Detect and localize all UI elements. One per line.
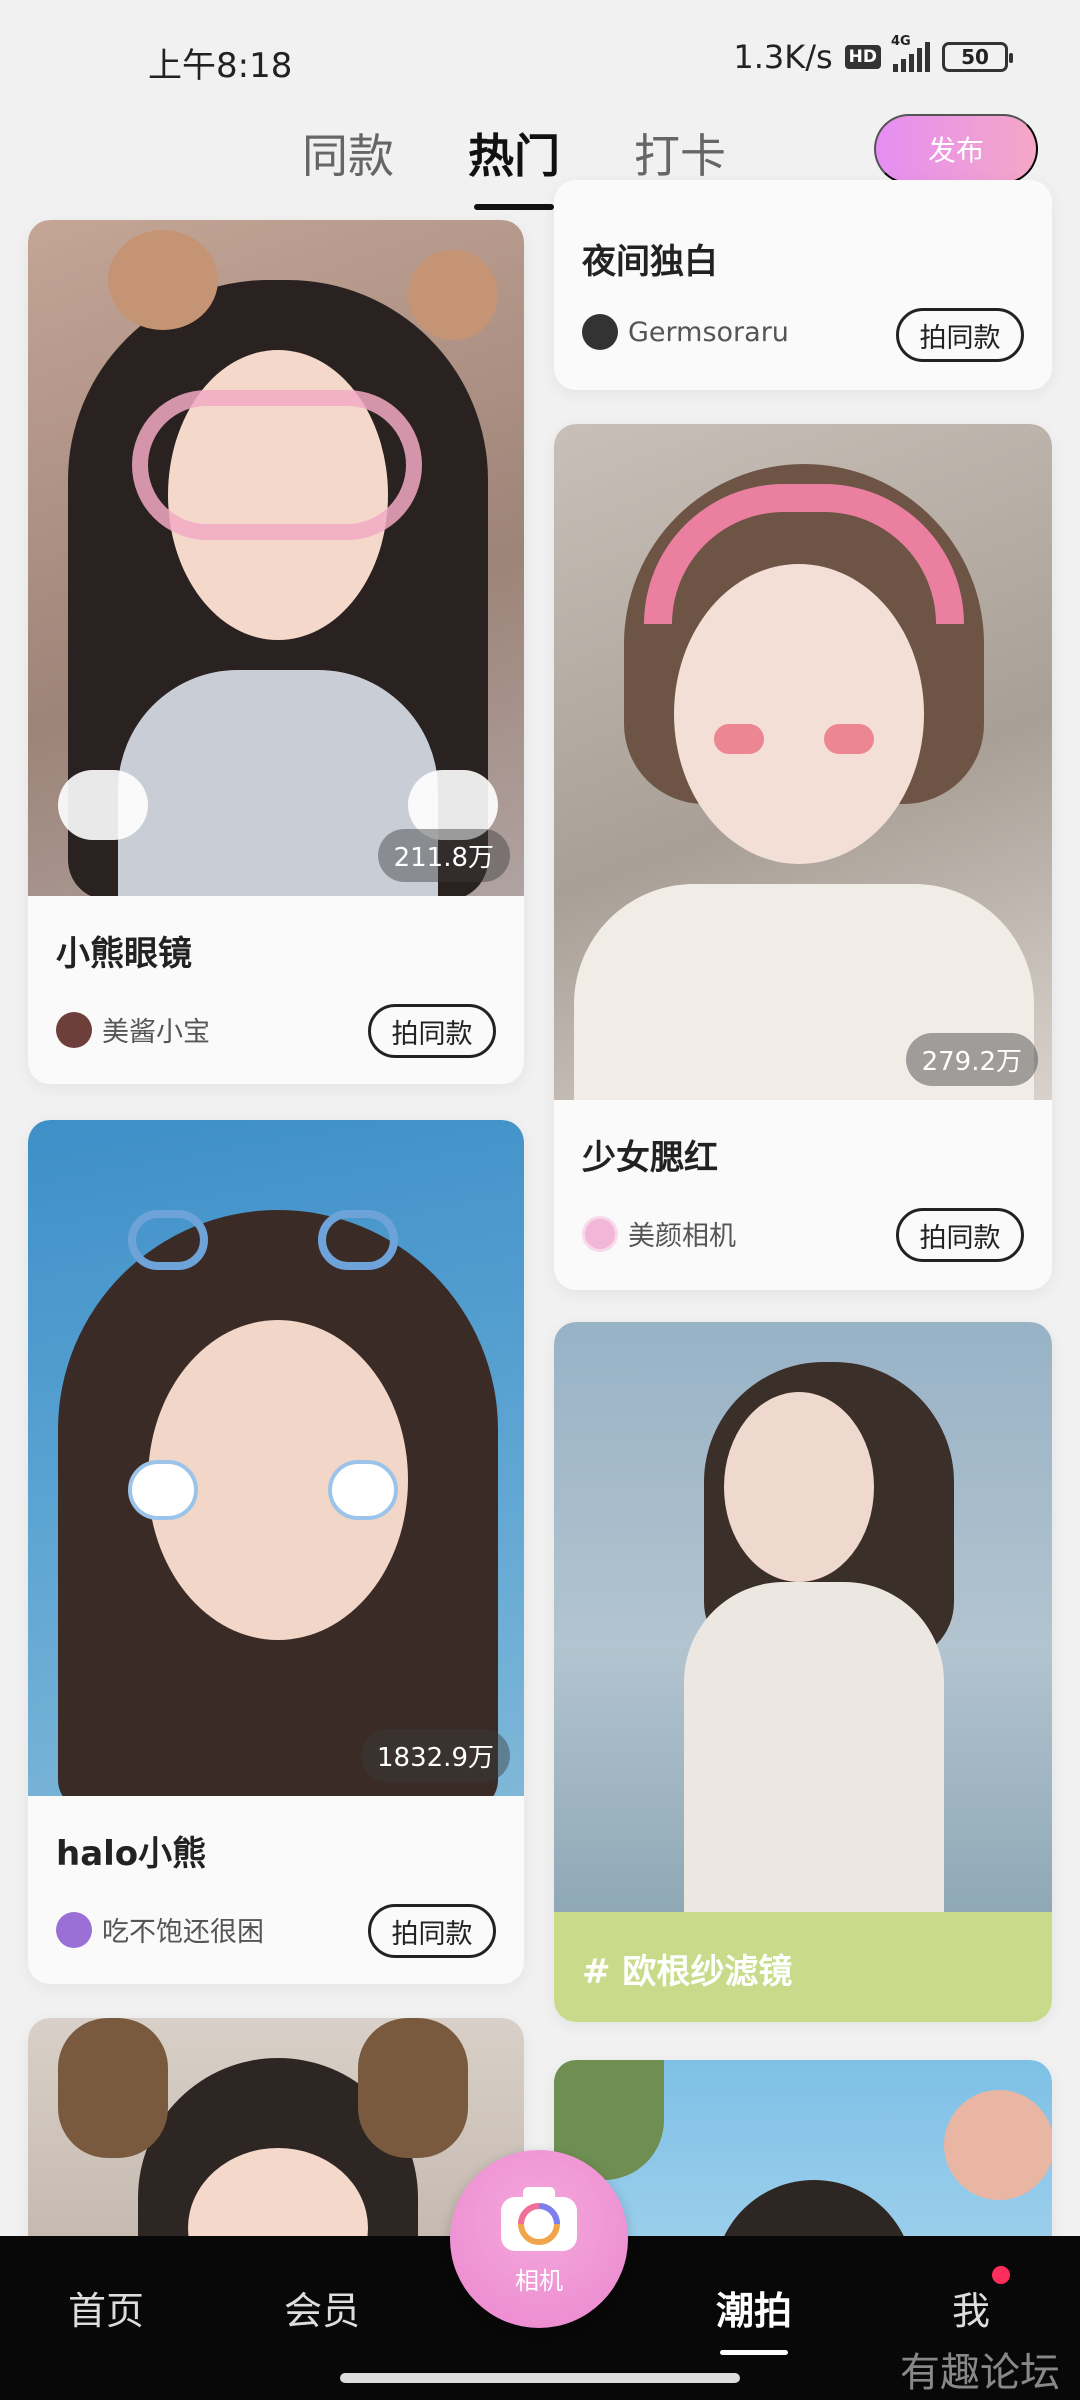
card-photo: 279.2万: [554, 424, 1052, 1100]
card-title: halo小熊: [56, 1834, 207, 1874]
battery-level: 50: [961, 45, 989, 69]
hd-icon: HD: [844, 45, 881, 69]
tab-same-style[interactable]: 同款: [302, 120, 394, 186]
filter-tag: # 欧根纱滤镜: [582, 1952, 793, 1992]
signal-icon: 4G: [891, 34, 930, 72]
nav-trend[interactable]: 潮拍: [716, 2280, 792, 2355]
take-same-button[interactable]: 拍同款: [896, 308, 1024, 362]
tab-hot[interactable]: 热门: [468, 120, 560, 210]
network-type: 4G: [891, 34, 911, 49]
home-indicator[interactable]: [340, 2373, 740, 2383]
card-photo: [28, 2018, 524, 2258]
card-title: 夜间独白: [582, 242, 718, 282]
card-title: 小熊眼镜: [56, 934, 192, 974]
card-author: 美酱小宝: [56, 1010, 210, 1049]
take-same-button[interactable]: 拍同款: [896, 1208, 1024, 1262]
filter-card-organza[interactable]: # 欧根纱滤镜: [554, 1322, 1052, 2022]
author-name: 美酱小宝: [102, 1017, 210, 1048]
card-author: 吃不饱还很困: [56, 1910, 264, 1949]
take-same-button[interactable]: 拍同款: [368, 1004, 496, 1058]
status-indicators: 1.3K/s HD 4G 50: [733, 34, 1013, 76]
status-time: 上午8:18: [148, 46, 293, 86]
battery-icon: 50: [942, 42, 1013, 72]
nav-member[interactable]: 会员: [284, 2280, 360, 2335]
camera-label: 相机: [515, 2266, 563, 2295]
card-photo: 1832.9万: [28, 1120, 524, 1796]
filter-card-night-monologue[interactable]: 夜间独白 Germsoraru 拍同款: [554, 180, 1052, 390]
nav-me[interactable]: 我: [952, 2280, 990, 2335]
avatar: [582, 314, 618, 350]
author-name: 美颜相机: [628, 1221, 736, 1252]
beauty-camera-icon: [582, 1215, 618, 1252]
card-photo: [554, 1322, 1052, 1912]
avatar: [56, 1911, 92, 1948]
card-author: 美颜相机: [582, 1214, 736, 1253]
filter-card-bear-glasses[interactable]: 211.8万 小熊眼镜 美酱小宝 拍同款: [28, 220, 524, 1084]
card-photo: 211.8万: [28, 220, 524, 896]
tab-checkin[interactable]: 打卡: [634, 120, 726, 186]
author-name: Germsoraru: [628, 316, 789, 348]
filter-card-puppy-ears[interactable]: [28, 2018, 524, 2258]
usage-count: 211.8万: [377, 829, 510, 882]
card-photo: [554, 2060, 1052, 2260]
card-title: 少女腮红: [582, 1138, 718, 1178]
nav-home[interactable]: 首页: [68, 2280, 144, 2335]
camera-button[interactable]: 相机: [450, 2150, 628, 2328]
tag-banner: # 欧根纱滤镜: [554, 1912, 1052, 2022]
net-speed: 1.3K/s: [733, 38, 833, 76]
publish-button[interactable]: 发布: [874, 114, 1038, 184]
usage-count: 1832.9万: [361, 1729, 510, 1782]
filter-card-halo-bear[interactable]: 1832.9万 halo小熊 吃不饱还很困 拍同款: [28, 1120, 524, 1984]
take-same-button[interactable]: 拍同款: [368, 1904, 496, 1958]
avatar: [56, 1011, 92, 1048]
camera-icon: [501, 2186, 577, 2251]
notification-dot: [992, 2266, 1010, 2284]
watermark: 有趣论坛: [900, 2350, 1060, 2396]
filter-card-bubble[interactable]: [554, 2060, 1052, 2260]
status-bar: 上午8:18 1.3K/s HD 4G 50: [0, 0, 1080, 120]
author-name: 吃不饱还很困: [102, 1917, 264, 1948]
filter-card-girl-blush[interactable]: 279.2万 少女腮红 美颜相机 拍同款: [554, 424, 1052, 1290]
usage-count: 279.2万: [905, 1033, 1038, 1086]
card-author: Germsoraru: [582, 314, 789, 350]
